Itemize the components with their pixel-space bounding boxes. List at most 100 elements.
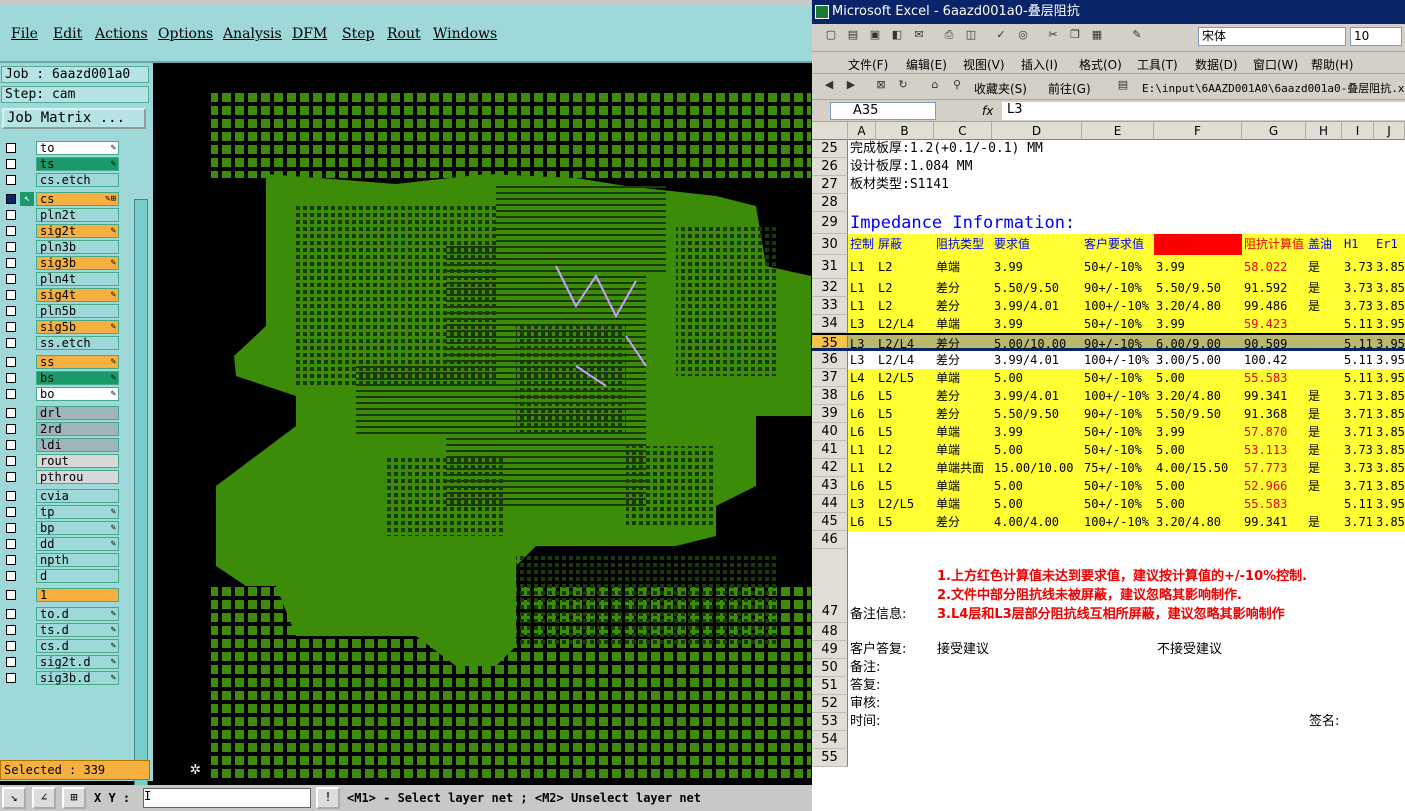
row-header[interactable]: 53 <box>812 713 848 731</box>
cell[interactable]: 91.368 <box>1244 405 1287 423</box>
cell[interactable]: 3.99/4.01 <box>994 297 1059 315</box>
row-header[interactable]: 27 <box>812 176 848 194</box>
excel-menu-item[interactable]: 编辑(E) <box>906 56 947 73</box>
layer-row-cs.etch[interactable]: cs.etch <box>3 173 120 187</box>
layer-checkbox[interactable] <box>6 306 16 316</box>
cell[interactable]: 3.73 <box>1344 279 1373 297</box>
layer-row-pthrou[interactable]: pthrou <box>3 470 120 484</box>
cell[interactable]: 客户要求值 <box>1084 234 1144 255</box>
row-header[interactable]: 32 <box>812 279 848 297</box>
address-bar[interactable]: E:\input\6AAZD001A0\6aazd001a0-叠层阻抗.xls <box>1142 80 1404 96</box>
layer-checkbox[interactable] <box>6 657 16 667</box>
pcb-board-view[interactable] <box>156 66 812 785</box>
angle-tool-icon[interactable]: ∠ <box>32 787 56 809</box>
cell[interactable]: 99.341 <box>1244 513 1287 531</box>
layer-name[interactable]: sig3b.d ✎ <box>36 671 119 685</box>
cut-icon[interactable]: ✂ <box>1044 28 1062 44</box>
cell[interactable]: 6.00/9.00 <box>1156 335 1221 351</box>
preview-icon[interactable]: ◫ <box>962 28 980 44</box>
cell[interactable]: 3.73 <box>1344 441 1373 459</box>
cell[interactable]: 是 <box>1308 279 1320 297</box>
cell[interactable]: L5 <box>878 405 892 423</box>
layer-row-sig3b[interactable]: sig3b ✎ <box>3 256 120 270</box>
cell[interactable]: 5.11 <box>1344 495 1373 513</box>
layer-checkbox[interactable] <box>6 523 16 533</box>
cell[interactable]: 差分 <box>936 405 960 423</box>
cell[interactable]: 3.00/5.00 <box>1156 351 1221 369</box>
column-header-j[interactable]: J <box>1374 122 1405 140</box>
layer-name[interactable]: ss ✎ <box>36 355 119 369</box>
layer-name[interactable]: sig2t ✎ <box>36 224 119 238</box>
formula-input[interactable]: L3 <box>1002 102 1405 120</box>
layer-row-sig2t.d[interactable]: sig2t.d ✎ <box>3 655 120 669</box>
layer-checkbox[interactable] <box>6 389 16 399</box>
cell[interactable]: 3.73 <box>1344 297 1373 315</box>
layer-checkbox[interactable] <box>6 456 16 466</box>
stop-icon[interactable]: ⊠ <box>872 78 890 94</box>
cell[interactable]: 5.50/9.50 <box>1156 405 1221 423</box>
favorites-menu[interactable]: 收藏夹(S) <box>974 80 1027 97</box>
layer-checkbox[interactable] <box>6 226 16 236</box>
back-icon[interactable]: ◀ <box>820 78 838 94</box>
row-header[interactable]: 38 <box>812 387 848 405</box>
email-icon[interactable]: ✉ <box>910 28 928 44</box>
cell[interactable]: 50+/-10% <box>1084 441 1142 459</box>
row-header[interactable]: 55 <box>812 749 848 767</box>
layer-name[interactable]: sig2t.d ✎ <box>36 655 119 669</box>
cell[interactable]: L1 <box>850 441 864 459</box>
cell[interactable]: 差分 <box>936 335 960 351</box>
row-header[interactable]: 31 <box>812 255 848 279</box>
copy-icon[interactable]: ❐ <box>1066 28 1084 44</box>
layer-checkbox[interactable] <box>6 175 16 185</box>
layer-checkbox[interactable] <box>6 159 16 169</box>
cell[interactable]: 3.71 <box>1344 513 1373 531</box>
layer-name[interactable]: bo ✎ <box>36 387 119 401</box>
cell[interactable]: 3.71 <box>1344 405 1373 423</box>
cell[interactable]: 是 <box>1308 405 1320 423</box>
layer-checkbox[interactable] <box>6 322 16 332</box>
cell[interactable]: 3.85 <box>1376 477 1405 495</box>
layer-name[interactable]: bp ✎ <box>36 521 119 535</box>
layer-row-ss.etch[interactable]: ss.etch <box>3 336 120 350</box>
cell[interactable]: L2 <box>878 441 892 459</box>
layer-row-npth[interactable]: npth <box>3 553 120 567</box>
layer-row-bo[interactable]: bo ✎ <box>3 387 120 401</box>
cell[interactable]: 差分 <box>936 297 960 315</box>
excel-menu-item[interactable]: 视图(V) <box>963 56 1005 73</box>
cell[interactable]: 3.85 <box>1376 387 1405 405</box>
cell[interactable]: 50+/-10% <box>1084 369 1142 387</box>
cell[interactable]: 3.99 <box>994 423 1023 441</box>
cell[interactable]: 5.11 <box>1344 335 1373 351</box>
cell[interactable]: L1 <box>850 255 864 279</box>
cam-menu-file[interactable]: File <box>11 26 38 42</box>
cell[interactable]: 50+/-10% <box>1084 477 1142 495</box>
layer-checkbox[interactable] <box>6 590 16 600</box>
cell[interactable]: 3.95 <box>1376 495 1405 513</box>
layer-checkbox[interactable] <box>6 373 16 383</box>
cam-menu-dfm[interactable]: DFM <box>292 26 327 42</box>
cell[interactable]: L3 <box>850 495 864 513</box>
refresh-icon[interactable]: ↻ <box>894 78 912 94</box>
cell[interactable]: 3.85 <box>1376 513 1405 531</box>
cell[interactable]: 单端 <box>936 255 960 279</box>
column-header-g[interactable]: G <box>1242 122 1306 140</box>
cell[interactable]: 控制 <box>850 234 874 255</box>
cell[interactable]: 单端共面 <box>936 459 984 477</box>
cell[interactable]: L3 <box>850 351 864 369</box>
layer-row-ts[interactable]: ts ✎ <box>3 157 120 171</box>
row-header[interactable]: 48 <box>812 623 848 641</box>
cell[interactable]: 3.99 <box>1156 423 1185 441</box>
cell[interactable]: 5.50/9.50 <box>1156 279 1221 297</box>
row-header[interactable]: 40 <box>812 423 848 441</box>
excel-menu-item[interactable]: 文件(F) <box>848 56 888 73</box>
layer-name[interactable]: sig3b ✎ <box>36 256 119 270</box>
cell[interactable]: 50+/-10% <box>1084 255 1142 279</box>
cell[interactable]: 3.99/4.01 <box>994 387 1059 405</box>
layer-row-rout[interactable]: rout <box>3 454 120 468</box>
layer-checkbox[interactable] <box>6 571 16 581</box>
layer-checkbox[interactable] <box>6 673 16 683</box>
cell[interactable]: 53.113 <box>1244 441 1287 459</box>
cell[interactable]: Er1 <box>1376 234 1398 255</box>
name-box[interactable]: A35 <box>830 102 936 120</box>
row-header[interactable]: 26 <box>812 158 848 176</box>
